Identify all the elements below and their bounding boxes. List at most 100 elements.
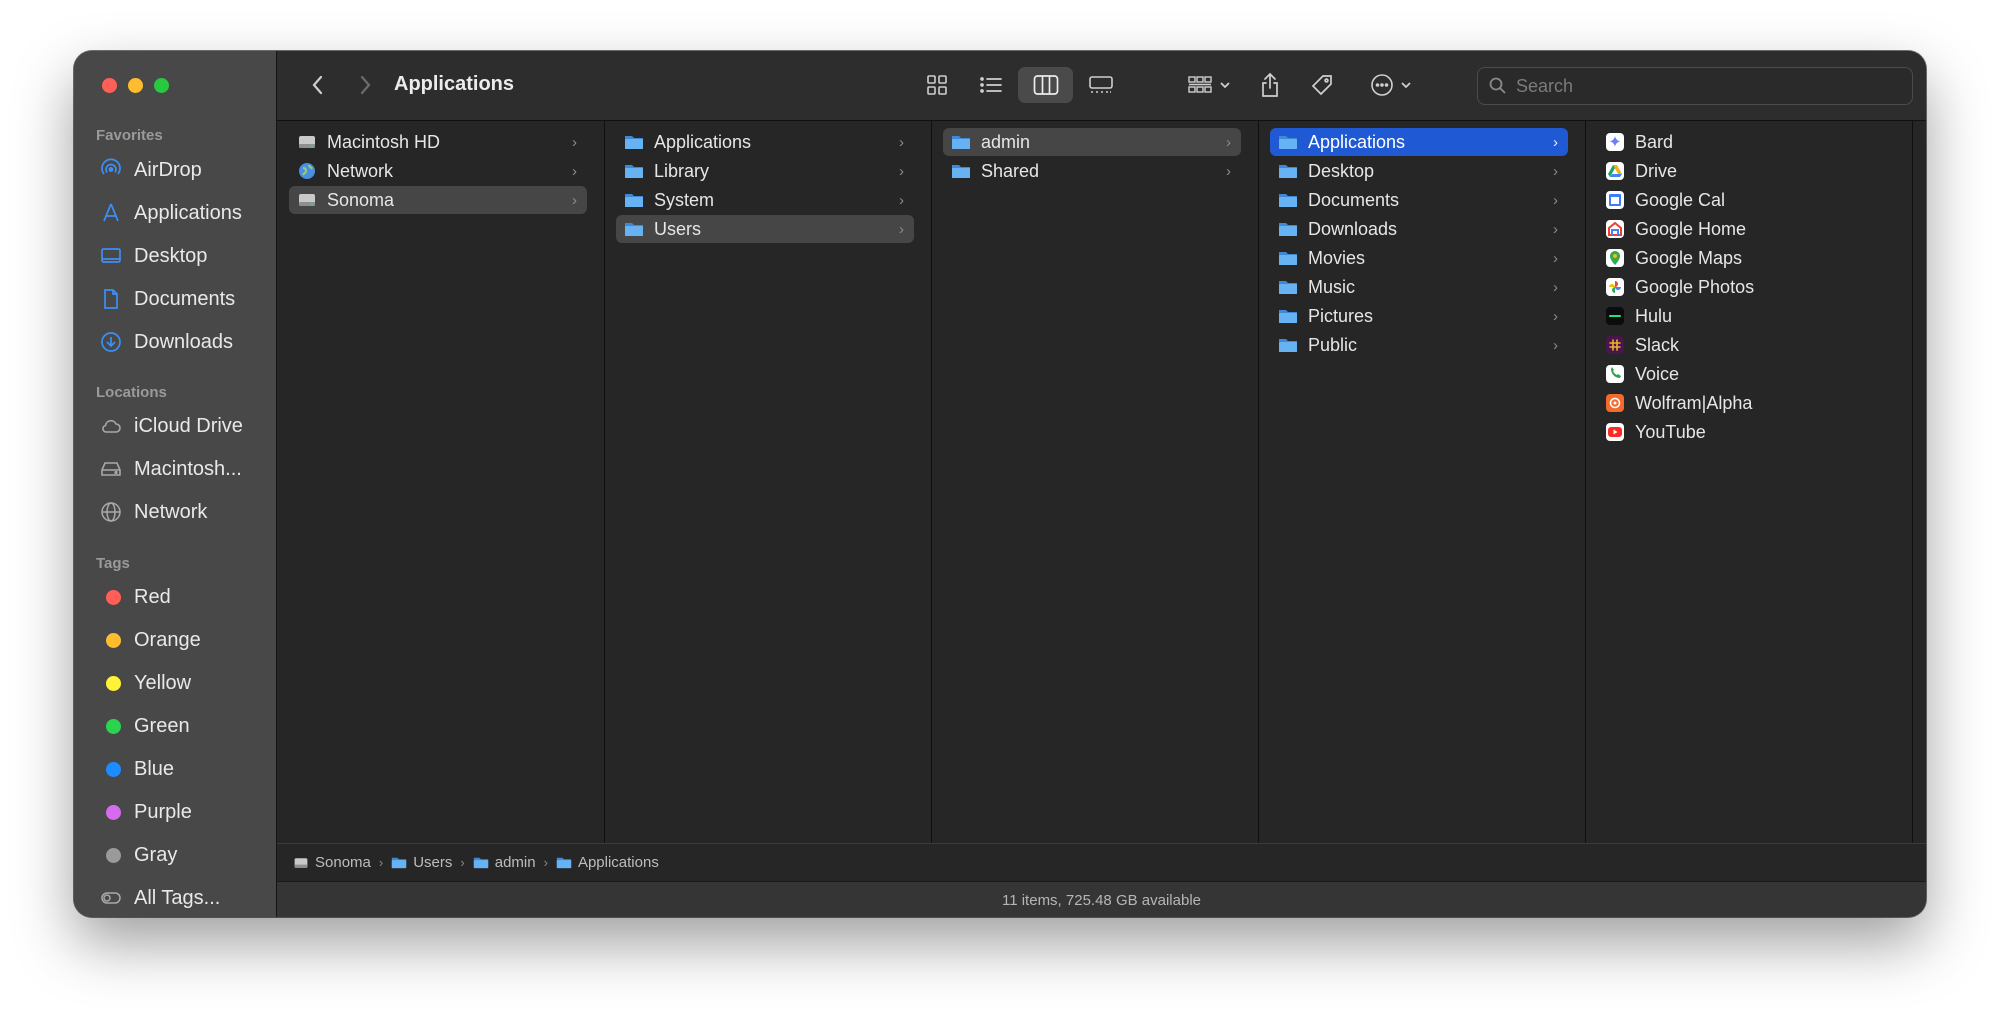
chevron-right-icon: › bbox=[572, 162, 577, 180]
list-item[interactable]: Pictures › bbox=[1270, 302, 1568, 330]
folder-icon bbox=[951, 161, 971, 181]
item-label: System bbox=[654, 189, 715, 210]
folder-icon bbox=[556, 855, 572, 871]
list-item[interactable]: System › bbox=[616, 186, 914, 214]
chevron-right-icon: › bbox=[1553, 133, 1558, 151]
path-label: Sonoma bbox=[315, 854, 371, 871]
list-item[interactable]: Desktop › bbox=[1270, 157, 1568, 185]
list-item[interactable]: Macintosh HD › bbox=[289, 128, 587, 156]
share-button[interactable] bbox=[1252, 67, 1288, 103]
sidebar-item-airdrop[interactable]: AirDrop bbox=[88, 151, 268, 189]
sidebar-item-label: Downloads bbox=[134, 330, 233, 353]
sidebar-item-network[interactable]: Network bbox=[88, 493, 268, 531]
list-item[interactable]: Music › bbox=[1270, 273, 1568, 301]
item-label: Pictures bbox=[1308, 305, 1374, 326]
column-1: Macintosh HD › Network › Sonoma › bbox=[277, 121, 605, 843]
sidebar-item-label: AirDrop bbox=[134, 158, 202, 181]
item-label: Hulu bbox=[1635, 305, 1673, 326]
sidebar-item-desktop[interactable]: Desktop bbox=[88, 237, 268, 275]
list-item[interactable]: Shared › bbox=[943, 157, 1241, 185]
sidebar-item-label: Blue bbox=[134, 757, 175, 780]
column-3: admin › Shared › bbox=[931, 121, 1259, 843]
path-separator: › bbox=[460, 855, 465, 870]
sidebar-item-applications[interactable]: Applications bbox=[88, 194, 268, 232]
forward-button[interactable] bbox=[350, 67, 380, 103]
sidebar-item-downloads[interactable]: Downloads bbox=[88, 323, 268, 361]
sidebar-tag-green[interactable]: Green bbox=[88, 707, 268, 745]
folder-icon bbox=[1278, 219, 1298, 239]
list-item[interactable]: Sonoma › bbox=[289, 186, 587, 214]
sidebar-item-label: Purple bbox=[134, 800, 192, 823]
path-item-sonoma[interactable]: Sonoma bbox=[293, 854, 371, 871]
sidebar-tag-orange[interactable]: Orange bbox=[88, 621, 268, 659]
document-icon bbox=[98, 286, 124, 312]
list-view-button[interactable] bbox=[971, 67, 1011, 103]
chevron-right-icon: › bbox=[1226, 162, 1231, 180]
hulu-app-icon bbox=[1605, 306, 1625, 326]
folder-icon bbox=[391, 855, 407, 871]
finder-window: Favorites AirDrop Applications Desktop D… bbox=[74, 51, 1926, 917]
list-item[interactable]: Downloads › bbox=[1270, 215, 1568, 243]
list-item[interactable]: Users › bbox=[616, 215, 914, 243]
zoom-button[interactable] bbox=[154, 78, 169, 93]
back-button[interactable] bbox=[303, 67, 333, 103]
path-item-applications[interactable]: Applications bbox=[556, 854, 659, 871]
list-item[interactable]: Google Photos bbox=[1597, 273, 1895, 301]
sidebar-tag-yellow[interactable]: Yellow bbox=[88, 664, 268, 702]
list-item[interactable]: admin › bbox=[943, 128, 1241, 156]
column-view-button[interactable] bbox=[1018, 67, 1073, 103]
list-item[interactable]: Google Maps bbox=[1597, 244, 1895, 272]
list-item[interactable]: Hulu bbox=[1597, 302, 1895, 330]
list-item[interactable]: Network › bbox=[289, 157, 587, 185]
list-item[interactable]: Bard bbox=[1597, 128, 1895, 156]
photos-app-icon bbox=[1605, 277, 1625, 297]
list-item[interactable]: Public › bbox=[1270, 331, 1568, 359]
gallery-view-button[interactable] bbox=[1081, 67, 1121, 103]
action-menu-button[interactable] bbox=[1365, 67, 1417, 103]
close-button[interactable] bbox=[102, 78, 117, 93]
harddrive-icon bbox=[297, 132, 317, 152]
list-item[interactable]: Google Cal bbox=[1597, 186, 1895, 214]
list-icon bbox=[980, 77, 1002, 93]
chevron-right-icon: › bbox=[1226, 133, 1231, 151]
sidebar-item-icloud-drive[interactable]: iCloud Drive bbox=[88, 407, 268, 445]
status-text: 11 items, 725.48 GB available bbox=[1001, 891, 1201, 909]
list-item[interactable]: Library › bbox=[616, 157, 914, 185]
path-item-users[interactable]: Users bbox=[391, 854, 452, 871]
list-item[interactable]: Documents › bbox=[1270, 186, 1568, 214]
tags-header: Tags bbox=[96, 555, 130, 572]
sidebar-all-tags[interactable]: All Tags... bbox=[88, 879, 268, 917]
chevron-right-icon: › bbox=[899, 220, 904, 238]
bard-app-icon bbox=[1605, 132, 1625, 152]
list-item[interactable]: Google Home bbox=[1597, 215, 1895, 243]
sidebar-item-macintosh[interactable]: Macintosh... bbox=[88, 450, 268, 488]
list-item[interactable]: Drive bbox=[1597, 157, 1895, 185]
list-item[interactable]: Applications › bbox=[1270, 128, 1568, 156]
sidebar-item-documents[interactable]: Documents bbox=[88, 280, 268, 318]
minimize-button[interactable] bbox=[128, 78, 143, 93]
tag-icon bbox=[1311, 75, 1332, 96]
column-5: Bard Drive Google Cal Google Home Google… bbox=[1585, 121, 1913, 843]
chevron-down-icon bbox=[1220, 82, 1230, 89]
chevron-down-icon bbox=[1401, 82, 1411, 89]
list-item[interactable]: Voice bbox=[1597, 360, 1895, 388]
list-item[interactable]: YouTube bbox=[1597, 418, 1895, 446]
download-icon bbox=[98, 329, 124, 355]
list-item[interactable]: Slack bbox=[1597, 331, 1895, 359]
search-field[interactable] bbox=[1477, 67, 1913, 105]
sidebar-tag-blue[interactable]: Blue bbox=[88, 750, 268, 788]
chevron-right-icon: › bbox=[1553, 162, 1558, 180]
sidebar-tag-purple[interactable]: Purple bbox=[88, 793, 268, 831]
list-item[interactable]: Wolfram|Alpha bbox=[1597, 389, 1895, 417]
chevron-right-icon: › bbox=[1553, 278, 1558, 296]
tag-dot-icon bbox=[106, 589, 121, 605]
tag-button[interactable] bbox=[1304, 67, 1340, 103]
icon-view-button[interactable] bbox=[917, 67, 957, 103]
list-item[interactable]: Applications › bbox=[616, 128, 914, 156]
sidebar-tag-gray[interactable]: Gray bbox=[88, 836, 268, 874]
group-by-button[interactable] bbox=[1183, 67, 1235, 103]
sidebar-tag-red[interactable]: Red bbox=[88, 578, 268, 616]
search-input[interactable] bbox=[1514, 74, 1898, 98]
path-item-admin[interactable]: admin bbox=[473, 854, 536, 871]
list-item[interactable]: Movies › bbox=[1270, 244, 1568, 272]
